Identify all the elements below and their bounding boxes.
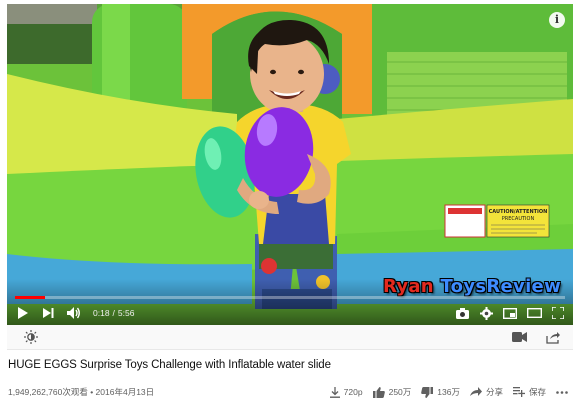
camera-icon[interactable] <box>451 303 473 323</box>
sign-subtitle: PRECAUTION <box>502 216 535 222</box>
video-toolbar-strip <box>7 325 573 350</box>
thumbs-down-icon <box>421 386 434 398</box>
views-and-date: 1,949,262,760次观看 • 2016年4月13日 <box>8 387 155 397</box>
video-actions: 720p 250万 136万 分享 保存 <box>320 386 572 398</box>
volume-icon[interactable] <box>63 303 85 323</box>
video-meta-row: 1,949,262,760次观看 • 2016年4月13日 720p 250万 … <box>8 383 572 401</box>
player-controls-right <box>449 303 569 323</box>
dislike-count: 136万 <box>437 387 460 397</box>
fullscreen-icon[interactable] <box>547 303 569 323</box>
brightness-icon[interactable] <box>23 329 39 345</box>
watermark-text-red: Ryan <box>382 276 441 297</box>
sign-title: CAUTION/ATTENTION <box>489 209 548 215</box>
theater-icon[interactable] <box>523 303 545 323</box>
save-button[interactable]: 保存 <box>512 386 546 398</box>
time-separator: / <box>112 308 115 318</box>
more-actions-button[interactable] <box>556 390 572 394</box>
playlist-add-icon <box>512 387 525 397</box>
download-quality-label: 720p <box>343 387 363 397</box>
video-player[interactable]: CAUTION/ATTENTION PRECAUTION i Ryan Toys… <box>7 4 573 325</box>
settings-icon[interactable] <box>475 303 497 323</box>
download-button[interactable]: 720p <box>329 386 363 398</box>
time-current: 0:18 <box>93 308 110 318</box>
progress-bar[interactable] <box>15 296 565 299</box>
next-icon[interactable] <box>37 303 59 323</box>
thumbs-up-icon <box>372 386 385 398</box>
dislike-button[interactable]: 136万 <box>421 386 460 398</box>
play-icon[interactable] <box>11 303 33 323</box>
share-arrow-icon[interactable] <box>545 329 561 345</box>
like-button[interactable]: 250万 <box>372 386 412 398</box>
download-icon <box>329 386 340 398</box>
channel-watermark: Ryan ToysReview <box>383 276 561 297</box>
progress-bar-played <box>15 296 45 299</box>
share-icon <box>469 387 482 397</box>
more-horizontal-icon <box>556 390 568 394</box>
video-page: CAUTION/ATTENTION PRECAUTION i Ryan Toys… <box>0 0 580 406</box>
miniplayer-icon[interactable] <box>499 303 521 323</box>
info-icon[interactable]: i <box>549 12 565 28</box>
share-button[interactable]: 分享 <box>469 386 503 398</box>
like-count: 250万 <box>388 387 412 397</box>
watermark-text-blue: ToysReview <box>440 276 561 297</box>
save-label: 保存 <box>528 387 546 397</box>
video-camera-icon[interactable] <box>511 329 527 345</box>
player-controls: 0:18/5:56 <box>7 302 573 324</box>
share-label: 分享 <box>485 387 503 397</box>
time-total: 5:56 <box>117 308 135 318</box>
time-display: 0:18/5:56 <box>93 308 134 318</box>
video-title: HUGE EGGS Surprise Toys Challenge with I… <box>8 359 331 371</box>
